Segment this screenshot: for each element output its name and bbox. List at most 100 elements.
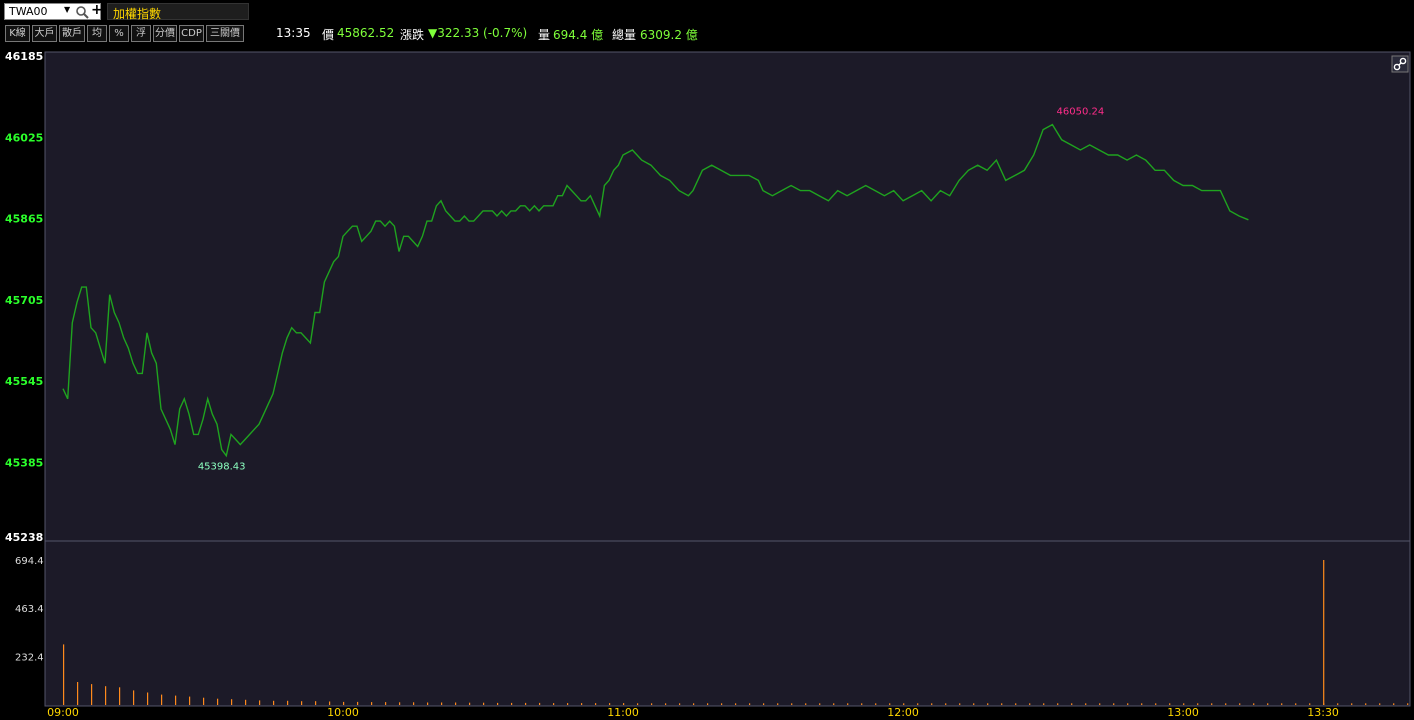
- index-name: 加權指數: [113, 7, 162, 21]
- quote-time: 13:35: [276, 26, 311, 40]
- volume-bar: [763, 703, 765, 705]
- volume-bar: [175, 695, 177, 705]
- volume-bar: [553, 703, 555, 705]
- volume-bar: [63, 644, 65, 705]
- volume-bar: [651, 703, 653, 705]
- volume-bar: [161, 694, 163, 705]
- time-tick-label: 10:00: [327, 706, 359, 719]
- total-volume-label: 總量: [612, 28, 637, 42]
- volume-bar: [1085, 703, 1087, 705]
- add-icon[interactable]: +: [91, 2, 103, 18]
- price-tick-label: 45705: [5, 294, 43, 307]
- volume-axis: 694.4 463.4 232.4: [15, 556, 44, 663]
- volume-bar: [413, 702, 415, 705]
- volume-bar: [539, 702, 541, 705]
- volume-bar: [805, 703, 807, 705]
- volume-bar: [889, 703, 891, 705]
- volume-bar: [1169, 703, 1171, 705]
- top-bar: TWA00 ▼ + 加權指數: [0, 0, 1414, 22]
- volume-bar: [1001, 703, 1003, 705]
- volume-bar: [1043, 703, 1045, 705]
- symbol-text: TWA00: [9, 5, 48, 18]
- volume-bar: [483, 702, 485, 705]
- toolbar: K線 大戶 散戶 均 % 浮 分價 CDP 三關價 13:35 價 45862.…: [0, 22, 1414, 44]
- volume-bar: [217, 698, 219, 705]
- volume-bar: [497, 702, 499, 705]
- price-tick-label: 45865: [5, 213, 43, 226]
- volume-bar: [511, 702, 513, 705]
- volume-tick-label: 463.4: [15, 604, 44, 615]
- volume-bar: [749, 703, 751, 705]
- volume-bar: [945, 703, 947, 705]
- volume-bar: [1323, 560, 1325, 705]
- volume-bar: [665, 703, 667, 705]
- volume-bar: [1407, 703, 1409, 705]
- volume-bar: [693, 703, 695, 705]
- volume-bar: [427, 702, 429, 705]
- volume-bar: [315, 701, 317, 705]
- volume-bar: [875, 703, 877, 705]
- search-icon[interactable]: [75, 5, 89, 19]
- volume-bar: [1239, 703, 1241, 705]
- volume-bar: [525, 702, 527, 705]
- cdp-button[interactable]: CDP: [179, 25, 204, 42]
- volume-bar: [959, 703, 961, 705]
- time-axis: 09:00 10:00 11:00 12:00 13:00 13:30: [47, 706, 1339, 719]
- volume-bar: [777, 703, 779, 705]
- volume-bar: [679, 703, 681, 705]
- volume-bar: [1141, 703, 1143, 705]
- volume-bar: [1379, 703, 1381, 705]
- price-tick-label: 46185: [5, 50, 43, 63]
- volume-bar: [609, 703, 611, 705]
- retail-button[interactable]: 散戶: [59, 25, 85, 42]
- price-value: 45862.52: [337, 26, 395, 40]
- three-level-button[interactable]: 三關價: [206, 25, 244, 42]
- volume-bar: [861, 703, 863, 705]
- volume-bar: [105, 686, 107, 705]
- kline-button[interactable]: K線: [5, 25, 30, 42]
- volume-bar: [77, 682, 79, 705]
- volume-tick-label: 232.4: [15, 652, 44, 663]
- low-label: 45398.43: [198, 462, 246, 473]
- volume-tick-label: 694.4: [15, 556, 44, 567]
- volume-bar: [973, 703, 975, 705]
- volume-bar: [1155, 703, 1157, 705]
- volume-bar: [721, 703, 723, 705]
- volume-bar: [917, 703, 919, 705]
- link-icon[interactable]: [1391, 55, 1409, 73]
- dropdown-arrow-icon[interactable]: ▼: [64, 5, 70, 14]
- volume-bar: [833, 703, 835, 705]
- plot-background: [44, 51, 1411, 707]
- percent-button[interactable]: %: [109, 25, 129, 42]
- volume-bar: [1071, 703, 1073, 705]
- float-button[interactable]: 浮: [131, 25, 151, 42]
- volume-bar: [791, 703, 793, 705]
- volume-bar: [343, 701, 345, 705]
- volume-bar: [1197, 703, 1199, 705]
- volume-bar: [595, 703, 597, 705]
- volume-bar: [987, 703, 989, 705]
- volume-bar: [1127, 703, 1129, 705]
- volume-bar: [1337, 703, 1339, 705]
- volume-bar: [245, 699, 247, 705]
- average-button[interactable]: 均: [87, 25, 107, 42]
- volume-bar: [371, 702, 373, 705]
- volume-bar: [1295, 703, 1297, 705]
- volume-bar: [399, 702, 401, 705]
- volume-label: 量: [538, 28, 551, 42]
- volume-bar: [735, 703, 737, 705]
- price-distribution-button[interactable]: 分價: [153, 25, 177, 42]
- intraday-chart: 46185 46025 45865 45705 45545 45385 45238 694.…: [5, 50, 1411, 719]
- change-value: ▼322.33 (-0.7%): [428, 26, 528, 40]
- time-tick-label: 13:00: [1167, 706, 1199, 719]
- volume-bar: [567, 703, 569, 705]
- volume-bar: [819, 703, 821, 705]
- price-tick-label: 45238: [5, 531, 43, 544]
- volume-bar: [623, 703, 625, 705]
- volume-bar: [455, 702, 457, 705]
- symbol-input[interactable]: TWA00 ▼ +: [4, 2, 103, 20]
- volume-bar: [259, 700, 261, 705]
- volume-bar: [1099, 703, 1101, 705]
- big-trader-button[interactable]: 大戶: [32, 25, 57, 42]
- volume-bar: [1225, 703, 1227, 705]
